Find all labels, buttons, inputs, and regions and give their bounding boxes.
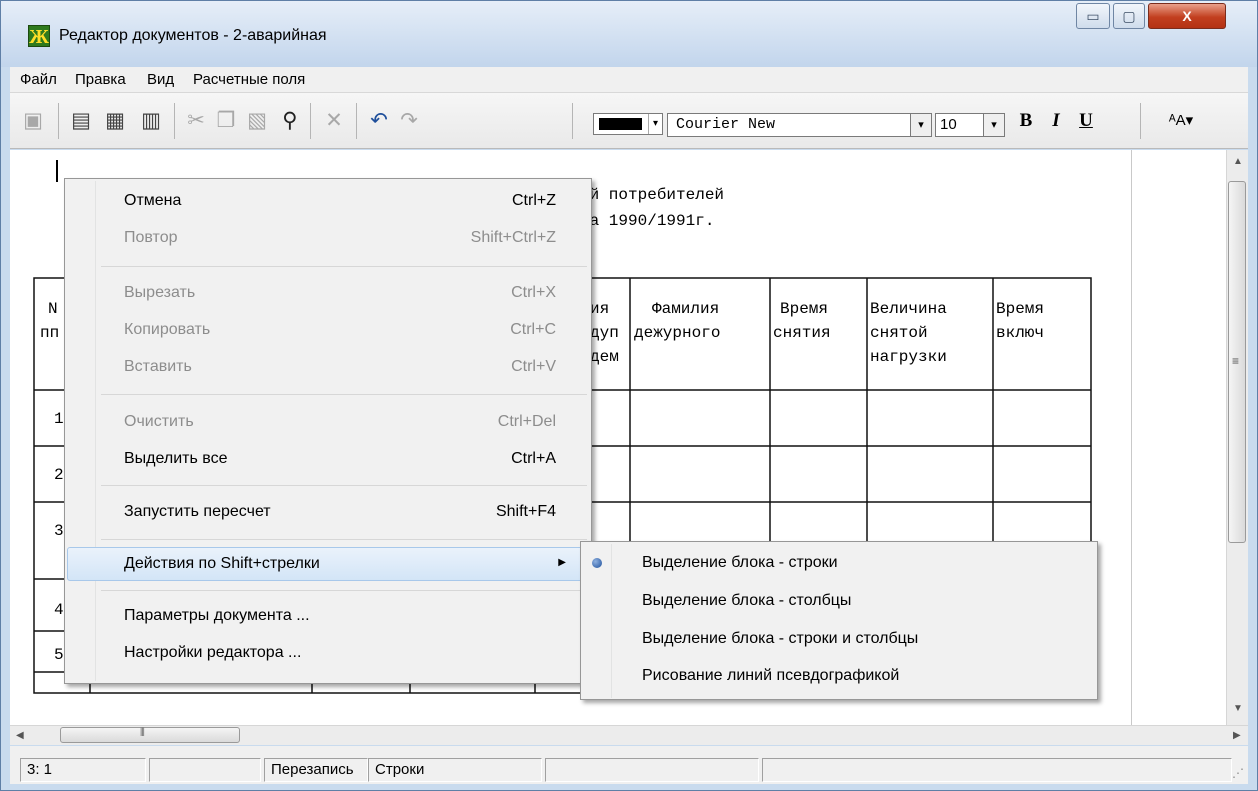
menu-item-paste[interactable]: Вставить Ctrl+V <box>66 351 590 383</box>
menu-item-label: Параметры документа ... <box>124 607 310 624</box>
menu-item-label: Повтор <box>124 229 178 246</box>
table-row-number: 4 <box>54 601 64 619</box>
submenu: Выделение блока - строки Выделение блока… <box>580 541 1098 700</box>
context-menu: Отмена Ctrl+Z Повтор Shift+Ctrl+Z Выреза… <box>64 178 592 684</box>
menu-item-copy[interactable]: Копировать Ctrl+C <box>66 314 590 346</box>
submenu-item-label: Выделение блока - столбцы <box>642 592 852 609</box>
menu-item-undo[interactable]: Отмена Ctrl+Z <box>66 185 590 217</box>
submenu-item-label: Выделение блока - строки и столбцы <box>642 630 919 647</box>
menu-item-label: Настройки редактора ... <box>124 644 302 661</box>
table-header-cell: Величина <box>870 300 947 318</box>
scroll-grip-icon: ≡ <box>1232 354 1240 368</box>
menu-item-shortcut: Ctrl+A <box>511 450 556 467</box>
menu-item-select-all[interactable]: Выделить все Ctrl+A <box>66 443 590 475</box>
table-header-cell: снятия <box>773 324 831 342</box>
menu-item-label: Вырезать <box>124 284 196 301</box>
scroll-right-icon[interactable]: ▶ <box>1233 730 1241 741</box>
horizontal-scroll-thumb[interactable] <box>60 727 240 743</box>
menu-item-label: Отмена <box>124 192 182 209</box>
menu-separator <box>101 394 587 395</box>
menu-item-label: Запустить пересчет <box>124 503 271 520</box>
menu-separator <box>101 590 587 591</box>
submenu-item-pseudographic-lines[interactable]: Рисование линий псевдографикой <box>582 660 1096 692</box>
table-row-number: 5 <box>54 646 64 664</box>
table-header-cell: Время <box>780 300 829 318</box>
menu-item-shortcut: Shift+Ctrl+Z <box>470 229 556 246</box>
submenu-item-label: Выделение блока - строки <box>642 554 838 571</box>
menu-item-shortcut: Ctrl+C <box>510 321 556 338</box>
table-header-cell: Фамилия <box>652 300 720 318</box>
status-cursor-position: 3: 1 <box>20 758 146 782</box>
table-header-cell: Время <box>996 300 1045 318</box>
table-header-cell: пп <box>40 324 60 342</box>
scroll-down-icon[interactable]: ▼ <box>1233 703 1243 714</box>
table-header-cell: N <box>48 300 58 318</box>
menu-separator <box>101 485 587 486</box>
menu-item-label: Выделить все <box>124 450 228 467</box>
menu-item-document-parameters[interactable]: Параметры документа ... <box>66 600 590 632</box>
menu-item-recalculate[interactable]: Запустить пересчет Shift+F4 <box>66 496 590 528</box>
table-row-number: 2 <box>54 466 64 484</box>
menu-item-clear[interactable]: Очистить Ctrl+Del <box>66 406 590 438</box>
menu-item-shortcut: Ctrl+V <box>511 358 556 375</box>
table-header-cell: дежурного <box>634 324 721 342</box>
menu-item-shortcut: Ctrl+X <box>511 284 556 301</box>
submenu-item-block-columns[interactable]: Выделение блока - столбцы <box>582 585 1096 617</box>
radio-selected-icon <box>592 558 602 568</box>
table-header-cell: дуп <box>590 324 619 342</box>
scroll-up-icon[interactable]: ▲ <box>1233 156 1243 167</box>
status-panel <box>545 758 759 782</box>
submenu-item-block-rows-columns[interactable]: Выделение блока - строки и столбцы <box>582 623 1096 655</box>
status-panel <box>762 758 1232 782</box>
status-selection-mode: Строки <box>368 758 542 782</box>
status-bar: 3: 1 Перезапись Строки <box>10 746 1248 784</box>
menu-separator <box>101 539 587 540</box>
menu-item-label: Очистить <box>124 413 194 430</box>
table-header-cell: нагрузки <box>870 348 947 366</box>
menu-item-shortcut: Ctrl+Z <box>512 192 556 209</box>
table-header-cell: включ <box>996 324 1045 342</box>
status-panel <box>149 758 261 782</box>
submenu-item-block-rows[interactable]: Выделение блока - строки <box>582 547 1096 579</box>
menu-item-label: Вставить <box>124 358 192 375</box>
scroll-left-icon[interactable]: ◀ <box>16 730 24 741</box>
submenu-item-label: Рисование линий псевдографикой <box>642 667 900 684</box>
menu-separator <box>101 266 587 267</box>
menu-item-redo[interactable]: Повтор Shift+Ctrl+Z <box>66 222 590 254</box>
menu-item-shortcut: Ctrl+Del <box>497 413 556 430</box>
menu-item-editor-settings[interactable]: Настройки редактора ... <box>66 637 590 669</box>
table-header-cell: дем <box>590 348 619 366</box>
menu-item-label: Действия по Shift+стрелки <box>124 555 320 572</box>
submenu-arrow-icon: ▶ <box>558 557 566 568</box>
menu-item-shortcut: Shift+F4 <box>495 503 556 520</box>
table-header-cell: снятой <box>870 324 928 342</box>
table-header-cell: ия <box>590 300 610 318</box>
menu-item-label: Копировать <box>124 321 211 338</box>
menu-item-shift-arrow-actions[interactable]: Действия по Shift+стрелки ▶ <box>67 547 589 581</box>
status-edit-mode: Перезапись <box>264 758 368 782</box>
resize-grip-icon[interactable]: ⋰ <box>1232 766 1244 780</box>
menu-item-cut[interactable]: Вырезать Ctrl+X <box>66 277 590 309</box>
table-row-number: 3 <box>54 522 64 540</box>
scroll-grip-icon: ⦀ <box>140 727 145 739</box>
table-row-number: 1 <box>54 410 64 428</box>
